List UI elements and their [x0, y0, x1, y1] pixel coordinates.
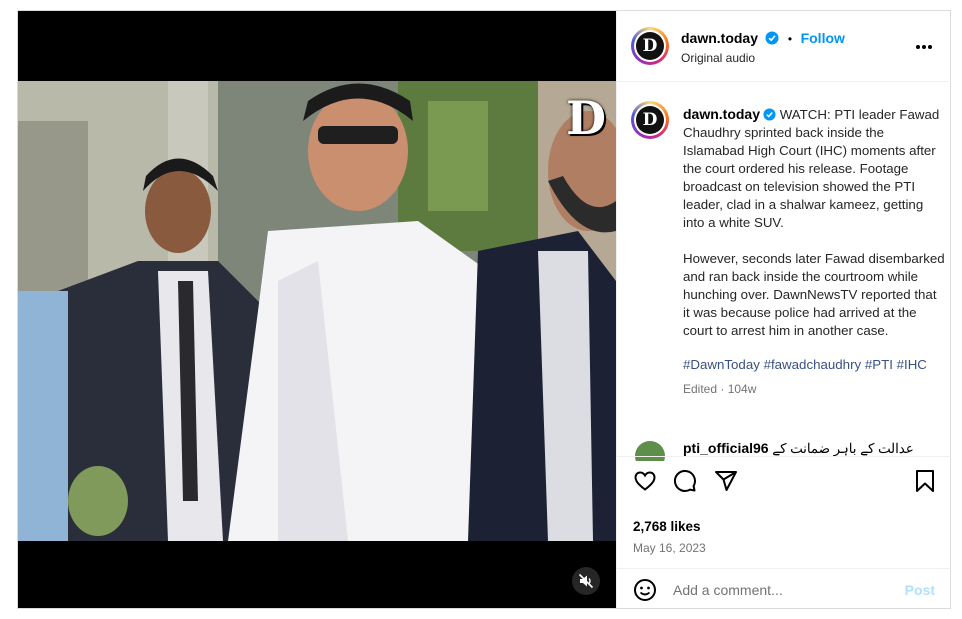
add-comment-bar: Add a comment... Post	[617, 568, 951, 610]
caption-username[interactable]: dawn.today	[683, 106, 760, 122]
follow-button[interactable]: Follow	[801, 30, 845, 46]
post-comment-button[interactable]: Post	[905, 582, 935, 598]
post-media[interactable]: D	[18, 11, 616, 608]
caption-text: dawn.today WATCH: PTI leader Fawad Chaud…	[683, 105, 945, 398]
post-sidebar: D dawn.today • Follow Original audio D d…	[616, 11, 951, 608]
save-bookmark-icon[interactable]	[915, 469, 935, 493]
avatar[interactable]: D	[631, 27, 669, 65]
speaker-muted-icon	[578, 573, 594, 589]
mute-button[interactable]	[572, 567, 600, 595]
header-username[interactable]: dawn.today	[681, 30, 758, 46]
verified-badge-icon	[765, 31, 779, 45]
post-actions: 2,768 likes May 16, 2023 Add a comment..…	[617, 456, 951, 609]
caption-paragraph-2: However, seconds later Fawad disembarked…	[683, 251, 945, 338]
post-header: D dawn.today • Follow Original audio	[617, 11, 951, 82]
edited-timestamp: Edited · 104w	[683, 382, 757, 396]
caption-avatar[interactable]: D	[631, 101, 669, 139]
more-horizontal-icon	[916, 45, 932, 49]
avatar-logo: D	[636, 32, 664, 60]
channel-watermark: D	[566, 91, 606, 145]
hashtags[interactable]: #DawnToday #fawadchaudhry #PTI #IHC	[683, 357, 927, 372]
avatar-logo: D	[636, 106, 664, 134]
likes-count[interactable]: 2,768 likes	[633, 519, 701, 534]
separator-dot: •	[787, 32, 793, 46]
post-dialog: D D dawn.today • Follow Original audio D…	[17, 10, 951, 609]
emoji-smiley-icon[interactable]	[633, 578, 657, 602]
commenter-username[interactable]: pti_official96	[683, 440, 769, 456]
post-date[interactable]: May 16, 2023	[633, 541, 706, 555]
comment-text: عدالت کے باہر ضمانت کے	[772, 441, 914, 456]
more-options-button[interactable]	[915, 33, 933, 53]
comment-bubble-icon[interactable]	[673, 469, 697, 493]
audio-label[interactable]: Original audio	[681, 51, 755, 65]
hashtag-links[interactable]: #DawnToday #fawadchaudhry #PTI #IHC	[683, 356, 945, 374]
like-heart-icon[interactable]	[633, 469, 657, 493]
comment-input[interactable]: Add a comment...	[673, 582, 783, 598]
caption-paragraph-1: WATCH: PTI leader Fawad Chaudhry sprinte…	[683, 107, 940, 230]
verified-badge-icon	[763, 108, 776, 121]
header-user-line: dawn.today • Follow	[681, 30, 845, 48]
video-frame[interactable]: D	[18, 81, 616, 541]
comment-line: pti_official96 عدالت کے باہر ضمانت کے	[683, 440, 914, 457]
share-send-icon[interactable]	[714, 469, 738, 493]
video-still	[18, 81, 616, 541]
action-icons	[633, 469, 935, 495]
